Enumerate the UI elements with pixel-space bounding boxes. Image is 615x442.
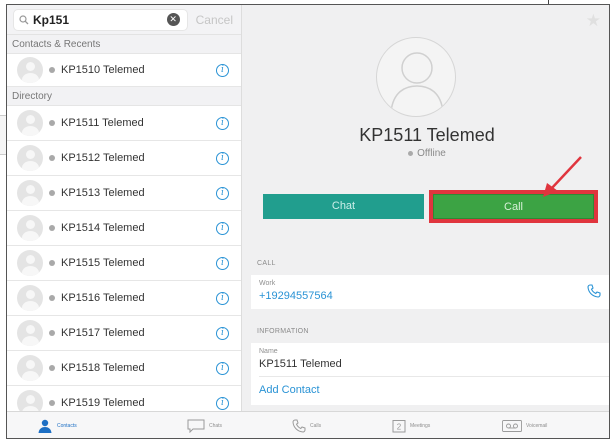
contacts-pane: ✕ Cancel Contacts & Recents KP1510 Telem… xyxy=(7,5,242,411)
contact-name-label: KP1513 Telemed xyxy=(61,187,145,199)
contact-name-label: KP1516 Telemed xyxy=(61,292,145,304)
section-header-recents: Contacts & Recents xyxy=(7,35,241,54)
clear-search-icon[interactable]: ✕ xyxy=(166,13,180,26)
app-window: ✕ Cancel Contacts & Recents KP1510 Telem… xyxy=(6,4,610,439)
contact-list-item[interactable]: KP1512 Telemed i xyxy=(7,141,241,176)
contact-name-label: KP1519 Telemed xyxy=(61,397,145,409)
presence-dot-icon xyxy=(49,260,55,266)
information-section-header: INFORMATION xyxy=(257,328,309,335)
search-input[interactable] xyxy=(33,12,167,27)
chat-bubble-icon xyxy=(187,419,205,433)
tab-label: Chats xyxy=(209,423,223,429)
favorite-star-icon[interactable]: ★ xyxy=(586,11,601,31)
presence-dot-icon xyxy=(49,190,55,196)
presence-dot-icon xyxy=(49,365,55,371)
add-contact-link[interactable]: Add Contact xyxy=(259,384,320,396)
section-header-directory: Directory xyxy=(7,87,241,106)
divider xyxy=(259,376,609,377)
contact-list-item[interactable]: KP1519 Telemed i xyxy=(7,386,241,411)
contact-list-item[interactable]: KP1517 Telemed i xyxy=(7,316,241,351)
contact-name-label: KP1515 Telemed xyxy=(61,257,145,269)
information-card: Name KP1511 Telemed Add Contact xyxy=(251,343,609,405)
contact-name: KP1511 Telemed xyxy=(359,125,495,145)
cancel-button[interactable]: Cancel xyxy=(196,13,235,27)
tab-voicemail[interactable]: Voicemail xyxy=(502,415,547,437)
tab-label: Voicemail xyxy=(526,423,548,429)
presence-dot-icon xyxy=(408,150,414,156)
bottom-tab-bar: Contacts Chats Calls 2 Meetings Voicemai… xyxy=(7,411,609,438)
phone-icon xyxy=(292,419,306,433)
avatar xyxy=(17,180,43,206)
tab-chats[interactable]: Chats xyxy=(187,415,222,437)
avatar xyxy=(17,215,43,241)
tab-label: Contacts xyxy=(57,423,77,429)
contact-list-item[interactable]: KP1518 Telemed i xyxy=(7,351,241,386)
presence-dot-icon xyxy=(49,400,55,406)
info-icon[interactable]: i xyxy=(216,256,229,270)
presence-status-label: Offline xyxy=(417,148,446,159)
search-field[interactable]: ✕ xyxy=(13,8,188,31)
contact-name-label: KP1510 Telemed xyxy=(61,64,145,76)
avatar xyxy=(17,320,43,346)
presence-dot-icon xyxy=(49,225,55,231)
avatar xyxy=(17,145,43,171)
avatar xyxy=(17,285,43,311)
contact-name-label: KP1514 Telemed xyxy=(61,222,145,234)
calendar-icon: 2 xyxy=(392,420,406,433)
presence-dot-icon xyxy=(49,295,55,301)
avatar xyxy=(17,110,43,136)
meetings-badge: 2 xyxy=(397,423,402,432)
chat-button[interactable]: Chat xyxy=(263,194,424,219)
contact-list-item[interactable]: KP1510 Telemed i xyxy=(7,54,241,87)
info-icon[interactable]: i xyxy=(216,63,229,77)
contact-list-item[interactable]: KP1514 Telemed i xyxy=(7,211,241,246)
contact-list-item[interactable]: KP1516 Telemed i xyxy=(7,281,241,316)
tab-calls[interactable]: Calls xyxy=(292,415,321,437)
info-icon[interactable]: i xyxy=(216,361,229,375)
info-icon[interactable]: i xyxy=(216,221,229,235)
info-icon[interactable]: i xyxy=(216,396,229,410)
contact-detail-pane: ★ KP1511 Telemed Offline Chat Call CALL … xyxy=(243,5,609,411)
contact-name-label: KP1511 Telemed xyxy=(61,117,144,129)
tab-label: Meetings xyxy=(410,423,431,429)
person-icon xyxy=(38,419,52,433)
info-icon[interactable]: i xyxy=(216,186,229,200)
call-section-header: CALL xyxy=(257,260,276,267)
work-caption: Work xyxy=(259,280,276,287)
search-icon xyxy=(19,14,29,24)
presence-dot-icon xyxy=(49,155,55,161)
presence-dot-icon xyxy=(49,67,55,73)
search-bar: ✕ Cancel xyxy=(7,5,241,35)
tab-meetings[interactable]: 2 Meetings xyxy=(392,415,430,437)
avatar xyxy=(17,390,43,411)
contact-name-label: KP1517 Telemed xyxy=(61,327,145,339)
contact-avatar xyxy=(376,37,456,117)
voicemail-icon xyxy=(502,420,522,432)
contact-name-label: KP1512 Telemed xyxy=(61,152,145,164)
phone-icon[interactable] xyxy=(587,284,601,298)
name-value: KP1511 Telemed xyxy=(259,358,342,370)
info-icon[interactable]: i xyxy=(216,151,229,165)
work-phone-card[interactable]: Work +19294557564 xyxy=(251,275,609,309)
info-icon[interactable]: i xyxy=(216,116,229,130)
contact-list-item[interactable]: KP1511 Telemed i xyxy=(7,106,241,141)
contact-list-item[interactable]: KP1513 Telemed i xyxy=(7,176,241,211)
info-icon[interactable]: i xyxy=(216,326,229,340)
annotation-arrow-icon xyxy=(543,156,582,197)
contact-name-label: KP1518 Telemed xyxy=(61,362,145,374)
tab-contacts[interactable]: Contacts xyxy=(37,415,77,437)
work-phone-number[interactable]: +19294557564 xyxy=(259,290,333,302)
contact-list-item[interactable]: KP1515 Telemed i xyxy=(7,246,241,281)
avatar xyxy=(17,57,43,83)
presence-dot-icon xyxy=(49,330,55,336)
info-icon[interactable]: i xyxy=(216,291,229,305)
tab-label: Calls xyxy=(310,423,322,429)
avatar xyxy=(17,250,43,276)
presence-dot-icon xyxy=(49,120,55,126)
avatar xyxy=(17,355,43,381)
person-silhouette-icon xyxy=(390,52,444,113)
name-caption: Name xyxy=(259,348,278,355)
